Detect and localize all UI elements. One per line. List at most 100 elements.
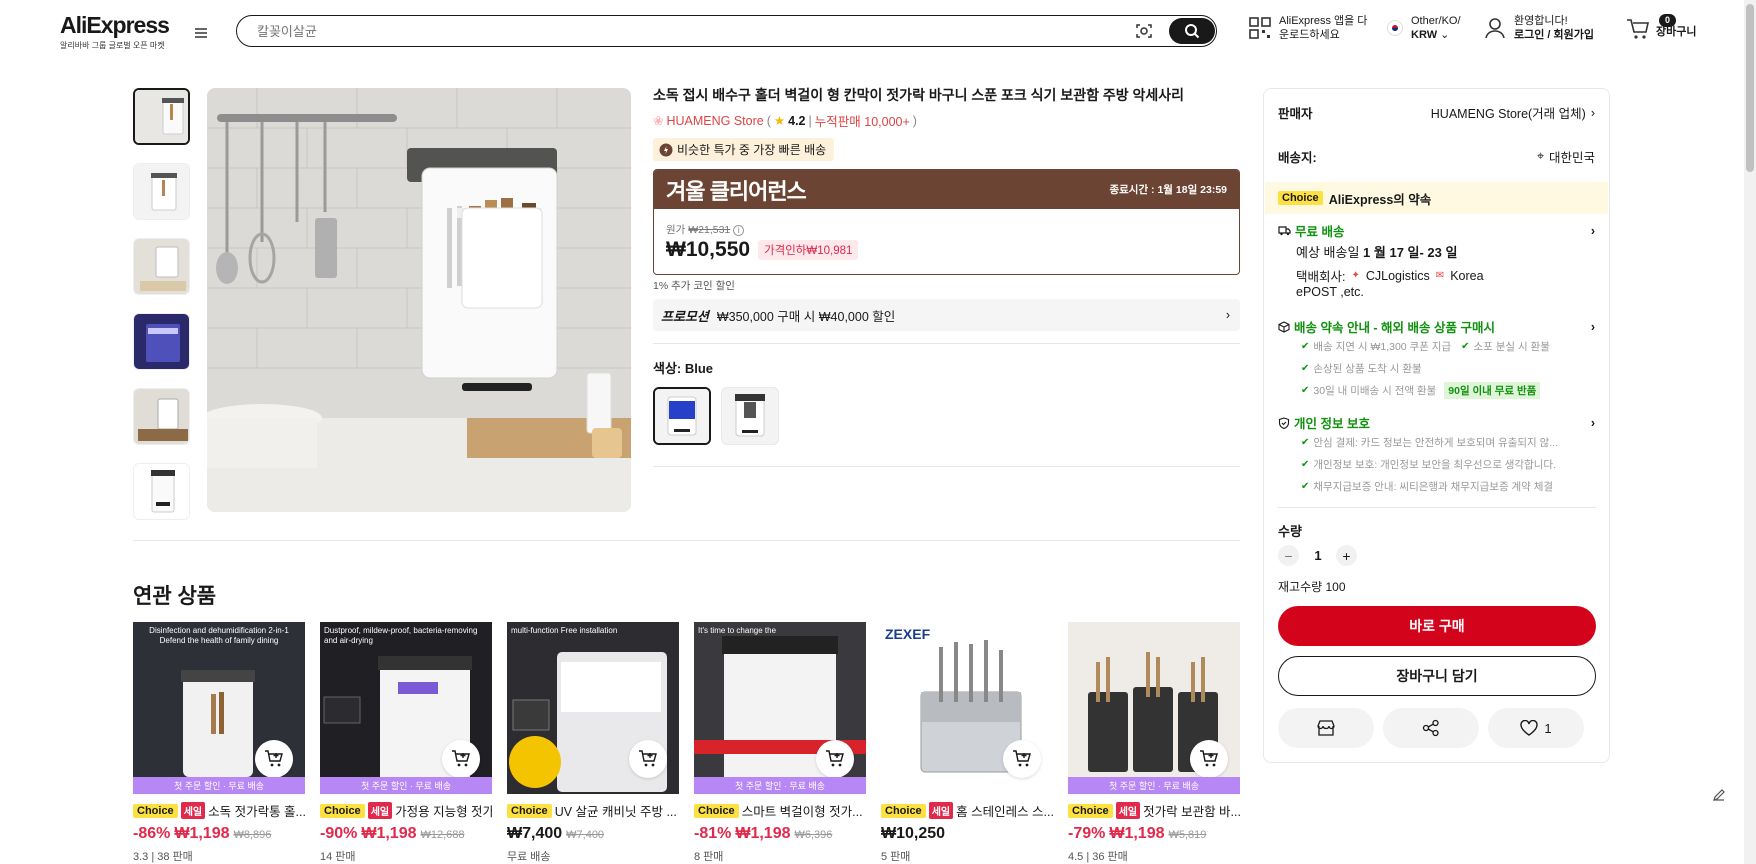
menu-icon[interactable] [190, 22, 212, 44]
account-menu[interactable]: 환영합니다! 로그인 / 회원가입 [1484, 14, 1594, 42]
product-card[interactable]: It's time to change the 첫 주문 할인 · 무료 배송 Ch… [694, 622, 866, 864]
product-title: 소독 접시 배수구 홀더 벽걸이 형 칸막이 젓가락 바구니 스푼 포크 식기 … [653, 87, 1185, 103]
seller-row[interactable]: 판매자 HUAMENG Store(거래 업체) › [1278, 103, 1595, 122]
add-to-cart-button[interactable]: 장바구니 담기 [1278, 656, 1596, 696]
add-to-cart-icon[interactable] [442, 740, 480, 778]
thumbnail-6[interactable] [133, 463, 190, 520]
free-shipping-row[interactable]: 무료 배송 › [1278, 221, 1595, 240]
promo-label: 프로모션 [661, 308, 709, 324]
search-button[interactable] [1169, 18, 1215, 44]
orig-label: 원가 [666, 224, 686, 236]
product-card[interactable]: multi-function Free installation Choice UV… [507, 622, 679, 864]
coin-discount: 1% 추가 코인 할인 [653, 280, 735, 292]
shield-icon [1278, 416, 1290, 429]
korea-flag-icon [1387, 20, 1403, 36]
carrier-label: 택배회사: [1296, 270, 1346, 284]
add-to-cart-icon[interactable] [629, 740, 667, 778]
login-link[interactable]: 로그인 / 회원가입 [1514, 29, 1594, 41]
price-value: ₩10,250 [881, 825, 946, 842]
thumbnail-3[interactable] [133, 238, 190, 295]
page-scrollbar[interactable] [1744, 0, 1756, 864]
add-to-cart-icon[interactable] [816, 740, 854, 778]
store-link[interactable]: HUAMENG Store [666, 114, 763, 128]
cart-count-badge: 0 [1659, 14, 1677, 27]
product-image[interactable]: 첫 주문 할인 · 무료 배송 [1068, 622, 1240, 794]
color-swatch-blue[interactable] [653, 387, 711, 445]
product-image[interactable]: ZEXEF [881, 622, 1053, 794]
promotion-row[interactable]: 프로모션 ₩350,000 구매 시 ₩40,000 할인 › [653, 299, 1240, 331]
cart-icon [1627, 19, 1649, 39]
estimated-delivery: 예상 배송일 1 월 17 일- 23 일 [1296, 242, 1457, 261]
product-image[interactable]: It's time to change the 첫 주문 할인 · 무료 배송 [694, 622, 866, 794]
cart-label: 장바구니 [1656, 26, 1697, 38]
thumbnail-2[interactable] [133, 163, 190, 220]
app-download[interactable]: AliExpress 앱을 다운로드하세요 [1249, 14, 1371, 42]
currency-text: KRW [1411, 29, 1438, 41]
region-selector[interactable]: Other/KO/ KRW ⌄ [1387, 14, 1461, 42]
wishlist-button[interactable]: 1 [1488, 708, 1584, 748]
quantity-value[interactable]: 1 [1308, 548, 1328, 563]
user-icon [1485, 18, 1505, 39]
buy-now-button[interactable]: 바로 구매 [1278, 606, 1596, 646]
add-to-cart-icon[interactable] [1190, 740, 1228, 778]
scrollbar-thumb[interactable] [1746, 4, 1754, 172]
promise-text-3: 손상된 상품 도착 시 환불 [1313, 363, 1422, 375]
product-price: -81% ₩1,198 ₩6,396 [694, 825, 866, 843]
product-image[interactable]: multi-function Free installation [507, 622, 679, 794]
product-image[interactable]: Dustproof, mildew-proof, bacteria-removi… [320, 622, 492, 794]
chevron-down-icon: ⌄ [1440, 29, 1450, 41]
aliexpress-logo[interactable]: AliExpress 알리바바 그룹 글로벌 오픈 마켓 [60, 12, 170, 51]
free-shipping-text: 무료 배송 [1295, 225, 1345, 239]
free-return-badge: 90일 이내 무료 반품 [1444, 382, 1541, 399]
region-text: Other/KO/ [1411, 15, 1461, 27]
chevron-right-icon: › [1590, 105, 1595, 120]
privacy-title: 개인 정보 보호 [1294, 417, 1370, 431]
thumbnail-5[interactable] [133, 388, 190, 445]
check-icon: ✔ [1301, 385, 1310, 396]
info-icon[interactable]: i [733, 225, 745, 236]
deal-end-value: 1월 18일 23:59 [1157, 184, 1227, 196]
sale-badge: 세일 [367, 802, 393, 819]
product-card[interactable]: 첫 주문 할인 · 무료 배송 Choice 세일 젓가락 보관함 바... -79% ₩… [1068, 622, 1240, 864]
search-input[interactable] [257, 21, 1057, 41]
original-price: ₩5,819 [1168, 829, 1207, 841]
product-card[interactable]: Dustproof, mildew-proof, bacteria-removi… [320, 622, 492, 864]
add-to-cart-icon[interactable] [1003, 740, 1041, 778]
product-card[interactable]: Disinfection and dehumidification 2-in-1… [133, 622, 305, 864]
store-button[interactable] [1278, 708, 1374, 748]
carrier-row: 택배회사: ✦ CJLogistics ✉ Korea [1296, 266, 1484, 285]
check-icon: ✔ [1301, 363, 1310, 374]
choice-badge: Choice [1068, 803, 1113, 818]
quantity-decrease-button[interactable]: − [1278, 545, 1299, 566]
est-label: 예상 배송일 [1296, 245, 1360, 260]
share-button[interactable] [1383, 708, 1479, 748]
main-product-image[interactable] [207, 88, 631, 512]
discount-percent: -79% [1068, 825, 1106, 842]
search-icon [1185, 24, 1200, 39]
ship-to-row[interactable]: 배송지: ⌖ 대한민국 [1278, 147, 1595, 166]
thumbnail-1[interactable] [133, 88, 190, 145]
color-swatch-black[interactable] [721, 387, 779, 445]
store-icon [1317, 720, 1335, 736]
product-image-caption: ZEXEF [885, 626, 931, 642]
choice-promise-banner: Choice AliExpress의 약속 [1265, 182, 1608, 214]
wishlist-count: 1 [1544, 720, 1552, 736]
camera-search-icon[interactable] [1134, 21, 1154, 41]
thumbnail-4[interactable] [133, 313, 190, 370]
check-icon: ✔ [1301, 341, 1310, 352]
product-meta: 14 판매 [320, 851, 356, 863]
sold-count: 누적판매 10,000+ [814, 115, 910, 129]
cj-logo-icon: ✦ [1351, 270, 1360, 281]
epost-logo-icon: ✉ [1435, 270, 1445, 281]
edit-icon[interactable] [1707, 783, 1731, 807]
privacy-row[interactable]: 개인 정보 보호 › [1278, 413, 1595, 432]
quantity-increase-button[interactable]: + [1336, 545, 1357, 566]
product-image-caption: Disinfection and dehumidification 2-in-1… [149, 626, 289, 645]
app-download-text: AliExpress 앱을 다운로드하세요 [1279, 15, 1368, 41]
product-image[interactable]: Disinfection and dehumidification 2-in-1… [133, 622, 305, 794]
choice-badge: Choice [507, 803, 552, 818]
add-to-cart-icon[interactable] [255, 740, 293, 778]
deal-end-time: 종료시간 : 1월 18일 23:59 [1109, 182, 1227, 197]
delivery-promise-row[interactable]: 배송 약속 안내 - 해외 배송 상품 구매시 › [1278, 317, 1595, 336]
product-card[interactable]: ZEXEF Choice 세일 홈 스테인레스 스... ₩10,250 5 판매 [881, 622, 1053, 864]
